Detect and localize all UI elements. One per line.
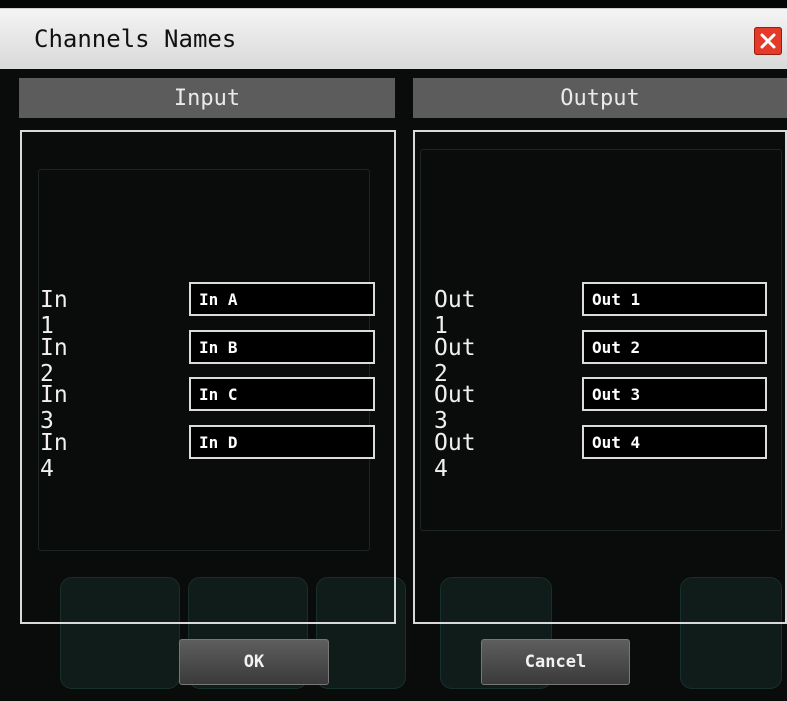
output-row-label: Out 1 — [434, 287, 476, 339]
output-panel-header: Output — [413, 78, 787, 118]
cancel-button[interactable]: Cancel — [481, 639, 630, 685]
output-name-field[interactable] — [582, 330, 767, 364]
output-name-field[interactable] — [582, 425, 767, 459]
title-bar: Channels Names — [0, 9, 787, 69]
output-name-field[interactable] — [582, 282, 767, 316]
input-row-label: In 2 — [40, 335, 68, 387]
output-row-label: Out 4 — [434, 430, 476, 482]
dialog-title: Channels Names — [34, 25, 237, 53]
input-name-field[interactable] — [189, 377, 375, 411]
input-name-field[interactable] — [189, 330, 375, 364]
input-row-label: In 3 — [40, 382, 68, 434]
input-name-field[interactable] — [189, 425, 375, 459]
close-icon — [760, 33, 776, 49]
input-row-label: In 4 — [40, 430, 68, 482]
output-row-label: Out 3 — [434, 382, 476, 434]
input-row-label: In 1 — [40, 287, 68, 339]
channels-names-dialog: Channels Names Input In 1 In 2 In 3 In 4… — [0, 8, 787, 701]
output-name-field[interactable] — [582, 377, 767, 411]
close-button[interactable] — [754, 27, 782, 55]
input-panel-header: Input — [19, 78, 395, 118]
ok-button[interactable]: OK — [179, 639, 329, 685]
output-row-label: Out 2 — [434, 335, 476, 387]
input-name-field[interactable] — [189, 282, 375, 316]
